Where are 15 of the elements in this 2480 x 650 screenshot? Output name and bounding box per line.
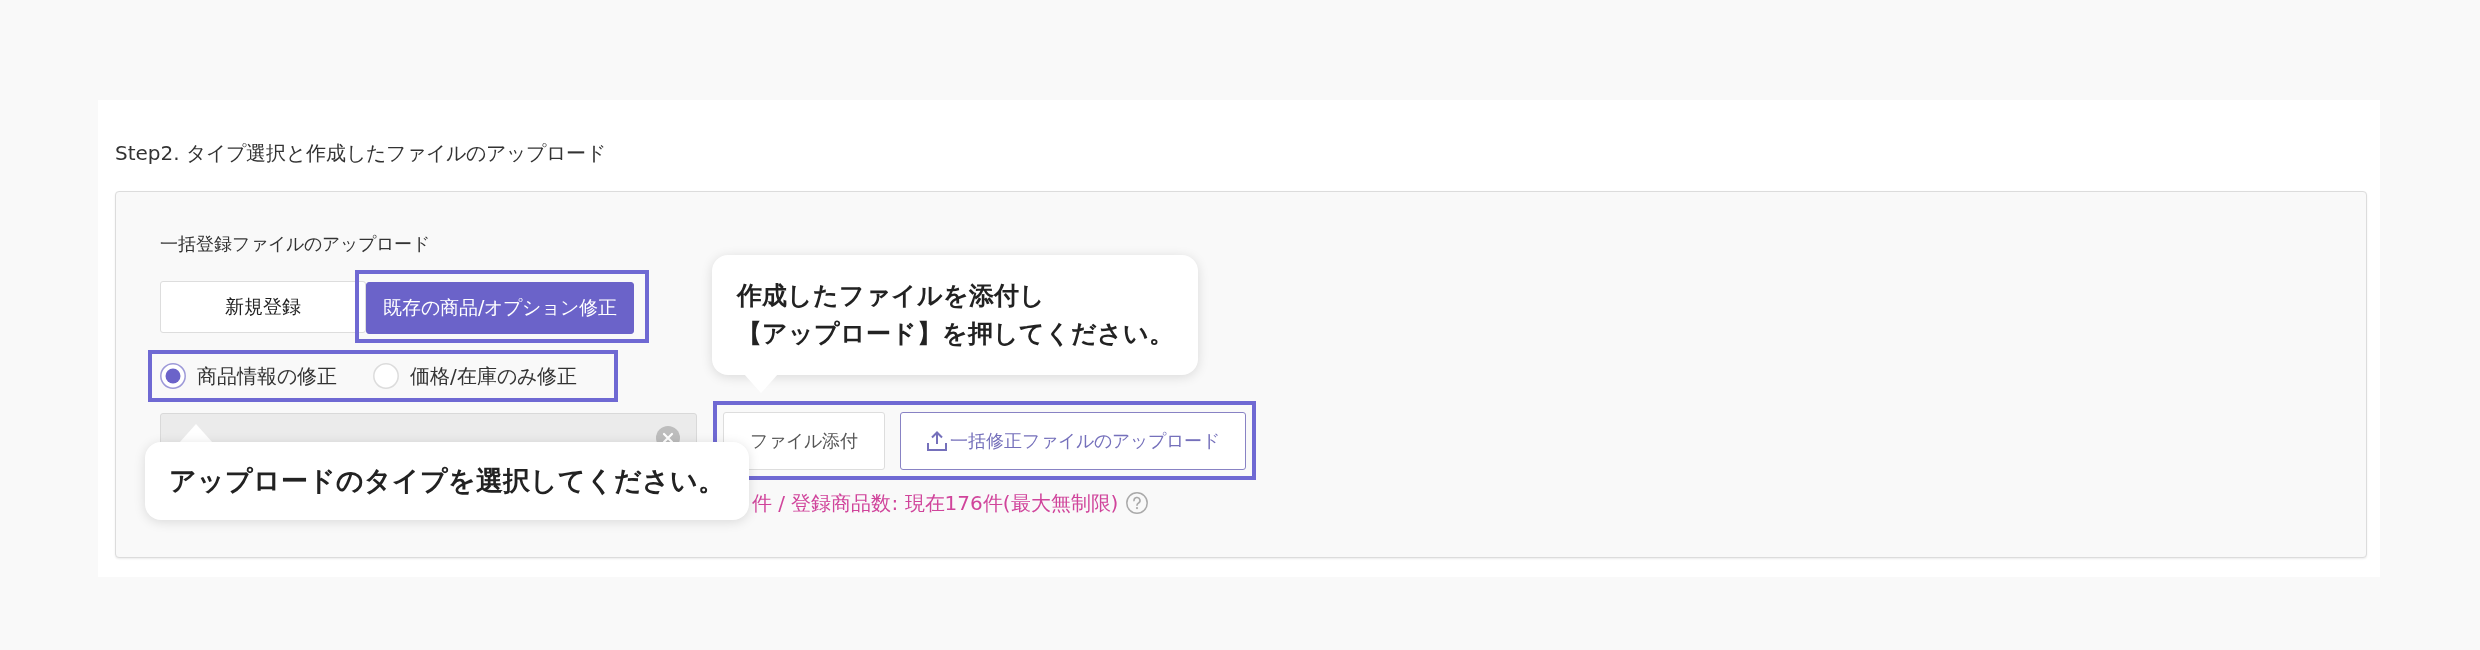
upload-icon — [926, 431, 947, 451]
section-title: Step2. タイプ選択と作成したファイルのアップロード — [115, 141, 606, 167]
tooltip-text: 作成したファイルを添付し — [737, 280, 1045, 312]
attach-file-button[interactable]: ファイル添付 — [723, 412, 885, 470]
product-count-note: 件 / 登録商品数: 現在176件(最大無制限) — [752, 491, 1119, 515]
type-toggle-button[interactable]: 新規登録 — [160, 280, 366, 333]
radio-option[interactable]: 価格/在庫のみ修正 — [373, 363, 577, 389]
field-label: 一括登録ファイルのアップロード — [160, 233, 430, 255]
type-toggle-button[interactable]: 既存の商品/オプション修正 — [366, 282, 635, 334]
radio-icon[interactable] — [160, 363, 186, 389]
tooltip-text: 【アップロード】を押してください。 — [737, 318, 1174, 350]
help-icon[interactable] — [1126, 492, 1149, 514]
upload-button[interactable]: 一括修正ファイルのアップロード — [900, 412, 1246, 470]
radio-option[interactable]: 商品情報の修正 — [160, 363, 337, 389]
tooltip-text: アップロードのタイプを選択してください。 — [169, 465, 725, 497]
